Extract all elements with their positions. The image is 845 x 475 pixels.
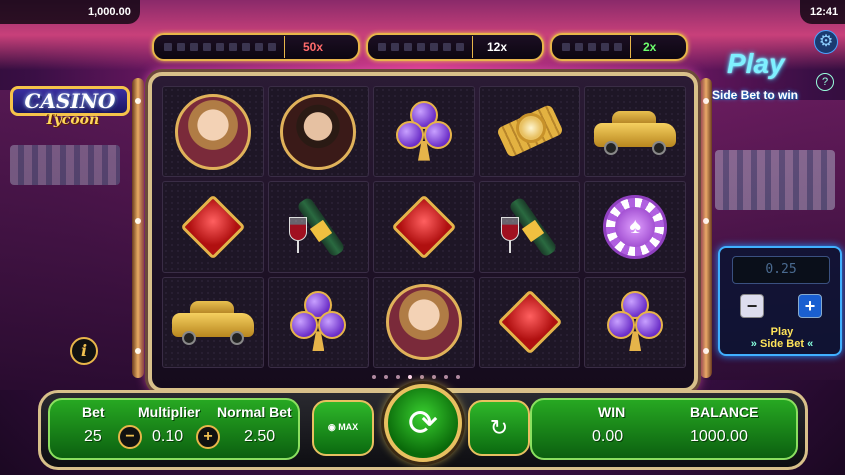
clock: 12:41 — [800, 0, 845, 24]
side-bet-panel: 0.25 − + Play » Side Bet « — [718, 246, 842, 356]
diamond-icon — [180, 194, 246, 260]
reel-symbol-lady-portrait — [162, 86, 264, 178]
reel-symbol-gold-car — [584, 86, 686, 178]
reel-symbol-gold-car — [162, 276, 264, 368]
lady-portrait-icon — [174, 93, 251, 170]
top-balance: 1,000.00 — [0, 0, 140, 24]
settings-gear-icon[interactable]: ⚙ — [814, 30, 838, 54]
help-icon[interactable]: ? — [816, 73, 834, 91]
gold-watch-icon — [495, 103, 564, 159]
reel-symbol-club — [584, 276, 686, 368]
club-icon — [605, 291, 665, 353]
win-label: WIN — [598, 404, 626, 420]
champagne-icon — [285, 196, 351, 258]
reel-symbol-champagne — [478, 181, 581, 273]
multiplier-label: Multiplier — [138, 404, 201, 420]
max-bet-label: MAX — [338, 422, 359, 432]
arrows-left-icon: » — [750, 338, 757, 350]
reel-symbol-lady-portrait — [373, 276, 475, 368]
play-side-bet-line2: Side Bet — [759, 338, 804, 350]
info-button[interactable]: i — [70, 337, 98, 365]
reel-symbol-champagne — [267, 181, 370, 273]
multiplier-minus-button[interactable]: − — [118, 425, 142, 449]
autoplay-icon: ↻ — [489, 415, 509, 440]
reel-symbol-diamond — [373, 181, 475, 273]
reel-symbol-spade-chip: ♠ — [584, 181, 686, 273]
arrows-right-icon: « — [807, 338, 814, 350]
bet-label: Bet — [82, 404, 105, 420]
jackpot-meter-2x: 2x — [550, 33, 688, 61]
jackpot-meter-12x: 12x — [366, 33, 544, 61]
spin-button[interactable]: ⟳ — [384, 384, 462, 462]
reel-grid: ♠ — [162, 86, 686, 368]
max-bet-button[interactable]: ◉ MAX — [312, 400, 374, 456]
bet-value: 25 — [84, 428, 102, 445]
spin-arrows-icon: ⟳ — [407, 402, 439, 443]
logo-subtitle: Tycoon — [44, 112, 100, 128]
win-value: 0.00 — [592, 428, 624, 445]
side-bet-title: Play — [727, 48, 785, 79]
jackpot-meter-50x: 50x — [152, 33, 360, 61]
autoplay-button[interactable]: ↻ — [468, 400, 530, 456]
coin-stack-icon: ◉ — [327, 422, 336, 432]
club-icon — [288, 291, 348, 353]
gold-car-icon — [594, 109, 677, 155]
multiplier-plus-button[interactable]: + — [196, 425, 220, 449]
normal-bet-value: 2.50 — [244, 428, 276, 445]
reel-symbol-diamond — [162, 181, 264, 273]
reel-pillar-right — [700, 78, 712, 378]
gold-car-icon — [171, 299, 254, 346]
spade-chip-icon: ♠ — [603, 194, 668, 259]
background-slot-machines-left — [10, 145, 120, 185]
reel-symbol-club — [267, 276, 370, 368]
champagne-icon — [497, 196, 563, 258]
club-icon — [394, 100, 454, 163]
side-bet-minus-button[interactable]: − — [740, 294, 764, 318]
play-side-bet-line1: Play — [770, 326, 794, 338]
background-slot-machines-right — [715, 150, 835, 210]
reel-symbol-club — [373, 86, 475, 178]
reel-pillar-left — [132, 78, 144, 378]
normal-bet-label: Normal Bet — [217, 404, 292, 420]
reel-symbol-gold-watch — [478, 86, 581, 178]
gentleman-portrait-icon — [280, 93, 357, 170]
casino-tycoon-logo: CASINO Tycoon — [2, 78, 137, 140]
balance-value: 1000.00 — [690, 428, 748, 445]
lady-portrait-icon — [385, 284, 462, 361]
page-indicator — [372, 375, 460, 379]
diamond-icon — [391, 194, 457, 260]
balance-label: BALANCE — [690, 404, 759, 420]
reel-symbol-gentleman-portrait — [267, 86, 370, 178]
multiplier-12x: 12x — [487, 40, 508, 54]
multiplier-value: 0.10 — [152, 428, 184, 445]
multiplier-50x: 50x — [303, 40, 324, 54]
side-bet-display: 0.25 — [732, 256, 830, 284]
side-bet-plus-button[interactable]: + — [798, 294, 822, 318]
reel-symbol-diamond — [478, 276, 581, 368]
play-side-bet-button[interactable]: Play » Side Bet « — [730, 326, 834, 352]
multiplier-2x: 2x — [643, 40, 657, 54]
diamond-icon — [497, 289, 563, 355]
